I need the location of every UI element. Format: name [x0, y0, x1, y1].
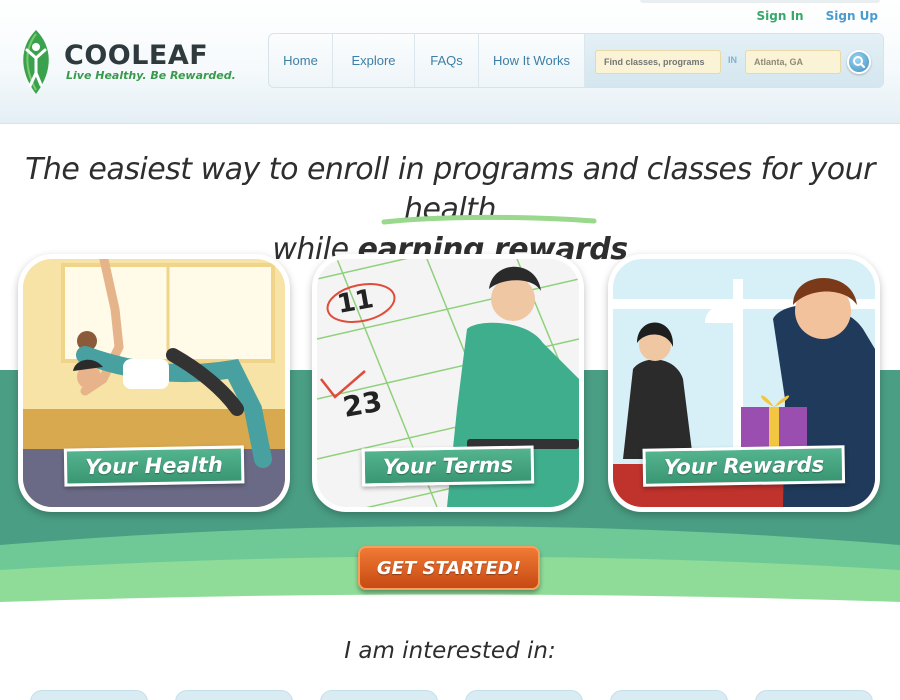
interest-tile[interactable] [30, 690, 148, 700]
location-input[interactable] [745, 50, 841, 74]
get-started-button[interactable]: GET STARTED! [358, 546, 540, 590]
cooleaf-logo[interactable]: COOLEAF Live Healthy. Be Rewarded. [16, 28, 236, 98]
leaf-person-icon [23, 30, 49, 94]
magnifier-icon [853, 56, 866, 69]
nav-home[interactable]: Home [269, 34, 333, 87]
card-your-health[interactable]: Your Health [18, 254, 290, 512]
search-bar: IN [585, 34, 883, 87]
interest-tile[interactable] [465, 690, 583, 700]
card-label-terms: Your Terms [361, 445, 535, 487]
card-label-rewards: Your Rewards [642, 445, 846, 487]
interest-tile[interactable] [320, 690, 438, 700]
in-label: IN [728, 55, 737, 65]
interest-tile[interactable] [610, 690, 728, 700]
card-your-terms[interactable]: 11 23 Your Terms [312, 254, 584, 512]
interest-tile[interactable] [175, 690, 293, 700]
logo-wordmark: COOLEAF [64, 40, 209, 71]
site-header: Sign In Sign Up COOLEAF Live Healthy. Be… [0, 0, 900, 124]
nav-how-it-works[interactable]: How It Works [479, 34, 585, 87]
nav-faqs[interactable]: FAQs [415, 34, 479, 87]
sign-in-link[interactable]: Sign In [757, 9, 804, 23]
svg-text:11: 11 [335, 284, 376, 320]
interest-tile[interactable] [755, 690, 873, 700]
nav-explore[interactable]: Explore [333, 34, 415, 87]
account-links: Sign In Sign Up [757, 9, 878, 23]
sign-up-link[interactable]: Sign Up [826, 9, 878, 23]
main-nav: Home Explore FAQs How It Works IN [268, 33, 884, 88]
search-input[interactable] [595, 50, 721, 74]
top-shadow-strip [640, 0, 880, 3]
svg-text:23: 23 [340, 385, 384, 424]
interest-heading: I am interested in: [344, 638, 556, 664]
search-button[interactable] [847, 50, 871, 74]
green-underline-swoosh [381, 214, 597, 225]
card-label-health: Your Health [63, 445, 245, 487]
hero-headline: The easiest way to enroll in programs an… [0, 150, 900, 270]
card-your-rewards[interactable]: Your Rewards [608, 254, 880, 512]
logo-tagline: Live Healthy. Be Rewarded. [66, 69, 236, 82]
